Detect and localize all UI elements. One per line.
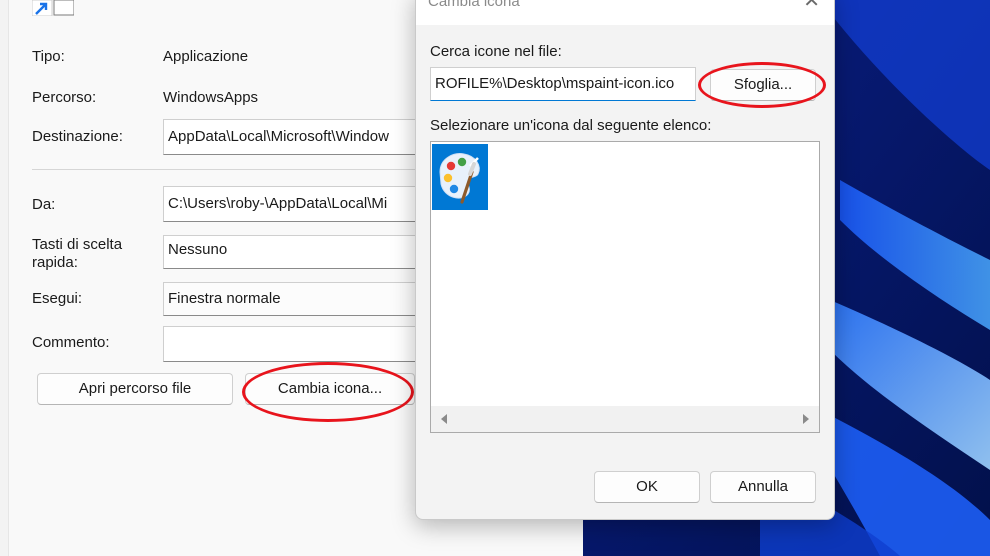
- percorso-value: WindowsApps: [163, 89, 259, 106]
- tasti-field[interactable]: Nessuno: [163, 235, 423, 269]
- commento-label: Commento:: [32, 334, 110, 351]
- search-file-label: Cerca icone nel file:: [430, 43, 562, 60]
- da-field[interactable]: C:\Users\roby-\AppData\Local\Mi: [163, 186, 423, 222]
- shortcut-arrow-icon: [31, 0, 75, 17]
- screen: Tipo: Applicazione Percorso: WindowsApps…: [0, 0, 990, 556]
- scroll-left-icon[interactable]: [441, 414, 447, 424]
- esegui-label: Esegui:: [32, 290, 83, 307]
- tipo-label: Tipo:: [32, 48, 65, 65]
- percorso-label: Percorso:: [32, 89, 97, 106]
- icon-list[interactable]: [430, 141, 820, 433]
- destinazione-field[interactable]: AppData\Local\Microsoft\Window: [163, 119, 423, 155]
- commento-field[interactable]: [163, 326, 423, 362]
- tasti-label: Tasti di scelta rapida:: [32, 236, 123, 271]
- file-path-input[interactable]: ROFILE%\Desktop\mspaint-icon.ico: [430, 67, 696, 101]
- dialog-titlebar: Cambia icona ✕: [416, 0, 834, 25]
- icon-list-label: Selezionare un'icona dal seguente elenco…: [430, 117, 712, 134]
- open-file-location-button[interactable]: Apri percorso file: [37, 373, 233, 405]
- tipo-value: Applicazione: [163, 48, 249, 65]
- esegui-select[interactable]: Finestra normale: [163, 282, 423, 316]
- paint-palette-icon[interactable]: [432, 144, 488, 210]
- cancel-button[interactable]: Annulla: [710, 471, 816, 503]
- close-icon[interactable]: ✕: [803, 0, 820, 11]
- horizontal-scrollbar[interactable]: [431, 406, 819, 432]
- ok-button[interactable]: OK: [594, 471, 700, 503]
- da-label: Da:: [32, 196, 56, 213]
- change-icon-dialog: Cambia icona ✕ Cerca icone nel file: ROF…: [415, 0, 835, 520]
- browse-button[interactable]: Sfoglia...: [710, 69, 816, 101]
- separator: [32, 169, 422, 170]
- scroll-right-icon[interactable]: [803, 414, 809, 424]
- destinazione-label: Destinazione:: [32, 128, 123, 145]
- change-icon-button[interactable]: Cambia icona...: [245, 373, 415, 405]
- dialog-title: Cambia icona: [428, 0, 520, 10]
